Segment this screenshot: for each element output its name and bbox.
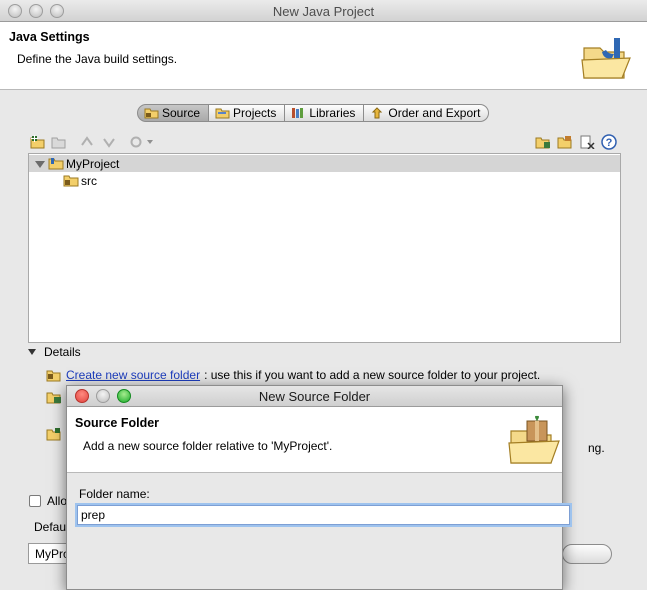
disclosure-triangle-icon[interactable] — [34, 158, 46, 170]
link-source-button[interactable] — [50, 133, 68, 151]
help-icon: ? — [601, 134, 617, 150]
link-folder-icon — [51, 137, 66, 149]
tree-row-project[interactable]: MyProject — [29, 155, 620, 172]
link-source-folder-icon — [46, 392, 61, 404]
details-section-header[interactable]: Details — [28, 345, 81, 359]
move-up-button[interactable] — [78, 133, 96, 151]
move-down-button[interactable] — [100, 133, 118, 151]
allow-output-folders-row: Allo — [29, 494, 67, 508]
browse-button[interactable] — [562, 544, 612, 564]
package-folder-icon — [557, 136, 572, 149]
new-package-button[interactable] — [556, 133, 574, 151]
default-output-label: Defau — [34, 520, 67, 534]
tab-libraries[interactable]: Libraries — [285, 104, 365, 122]
dialog-titlebar: New Source Folder — [67, 386, 562, 407]
allow-output-folders-checkbox[interactable] — [29, 495, 41, 507]
tab-projects[interactable]: Projects — [209, 104, 286, 122]
tree-row-src[interactable]: src — [63, 172, 97, 189]
configure-dropdown-button[interactable] — [128, 133, 156, 151]
create-source-folder-hint: : use this if you want to add a new sour… — [204, 368, 541, 382]
help-button[interactable]: ? — [600, 133, 618, 151]
source-folder-icon — [63, 175, 79, 187]
details-disclosure-icon[interactable] — [28, 348, 36, 356]
create-source-folder-line: Create new source folder : use this if y… — [46, 368, 540, 382]
src-folder-label: src — [81, 173, 97, 188]
source-toolbar: ? — [28, 131, 620, 153]
java-project-banner-icon — [581, 38, 631, 79]
source-tree[interactable]: MyProject src — [28, 153, 621, 343]
build-path-tabs: Source Projects Libraries Order and Expo… — [137, 104, 490, 122]
source-folder-banner-icon — [508, 415, 560, 464]
new-source-folder-icon — [30, 135, 45, 149]
tab-order-and-export[interactable]: Order and Export — [364, 104, 490, 122]
remove-icon — [580, 135, 595, 149]
page-title: Java Settings — [9, 30, 90, 44]
page-description: Define the Java build settings. — [17, 52, 178, 66]
configure-icon — [130, 136, 153, 148]
new-source-folder-icon — [46, 370, 61, 382]
move-down-icon — [103, 138, 115, 148]
folder-name-label: Folder name: — [79, 487, 150, 501]
default-output-field[interactable]: MyProj — [28, 543, 68, 564]
dialog-title: New Source Folder — [258, 389, 371, 404]
project-folder-icon — [48, 158, 64, 170]
folder-name-input[interactable] — [75, 503, 572, 527]
create-source-folder-link[interactable]: Create new source folder — [66, 368, 200, 382]
svg-text:?: ? — [606, 137, 613, 149]
add-source-folder-button[interactable] — [29, 133, 47, 151]
window-titlebar: New Java Project — [0, 0, 647, 22]
add-project-folder-icon — [46, 428, 61, 441]
add-folder-icon — [535, 137, 550, 149]
move-up-icon — [81, 136, 93, 146]
libraries-icon — [292, 108, 304, 118]
project-name: MyProject — [66, 156, 120, 171]
add-classfolder-button[interactable] — [534, 133, 552, 151]
folder-name-field-wrapper — [75, 503, 572, 527]
dialog-header: Source Folder Add a new source folder re… — [67, 407, 562, 473]
source-folder-icon — [144, 108, 159, 119]
projects-icon — [215, 108, 230, 119]
tab-source[interactable]: Source — [137, 104, 210, 122]
dialog-header-description: Add a new source folder relative to 'MyP… — [83, 439, 333, 453]
new-source-folder-dialog: New Source Folder Source Folder Add a ne… — [66, 385, 572, 590]
wizard-header: Java Settings Define the Java build sett… — [0, 22, 647, 90]
truncated-hint-text: ng. — [588, 441, 605, 455]
window-title: New Java Project — [272, 4, 375, 19]
remove-button[interactable] — [578, 133, 596, 151]
dialog-header-title: Source Folder — [75, 416, 160, 430]
order-export-icon — [372, 107, 383, 119]
